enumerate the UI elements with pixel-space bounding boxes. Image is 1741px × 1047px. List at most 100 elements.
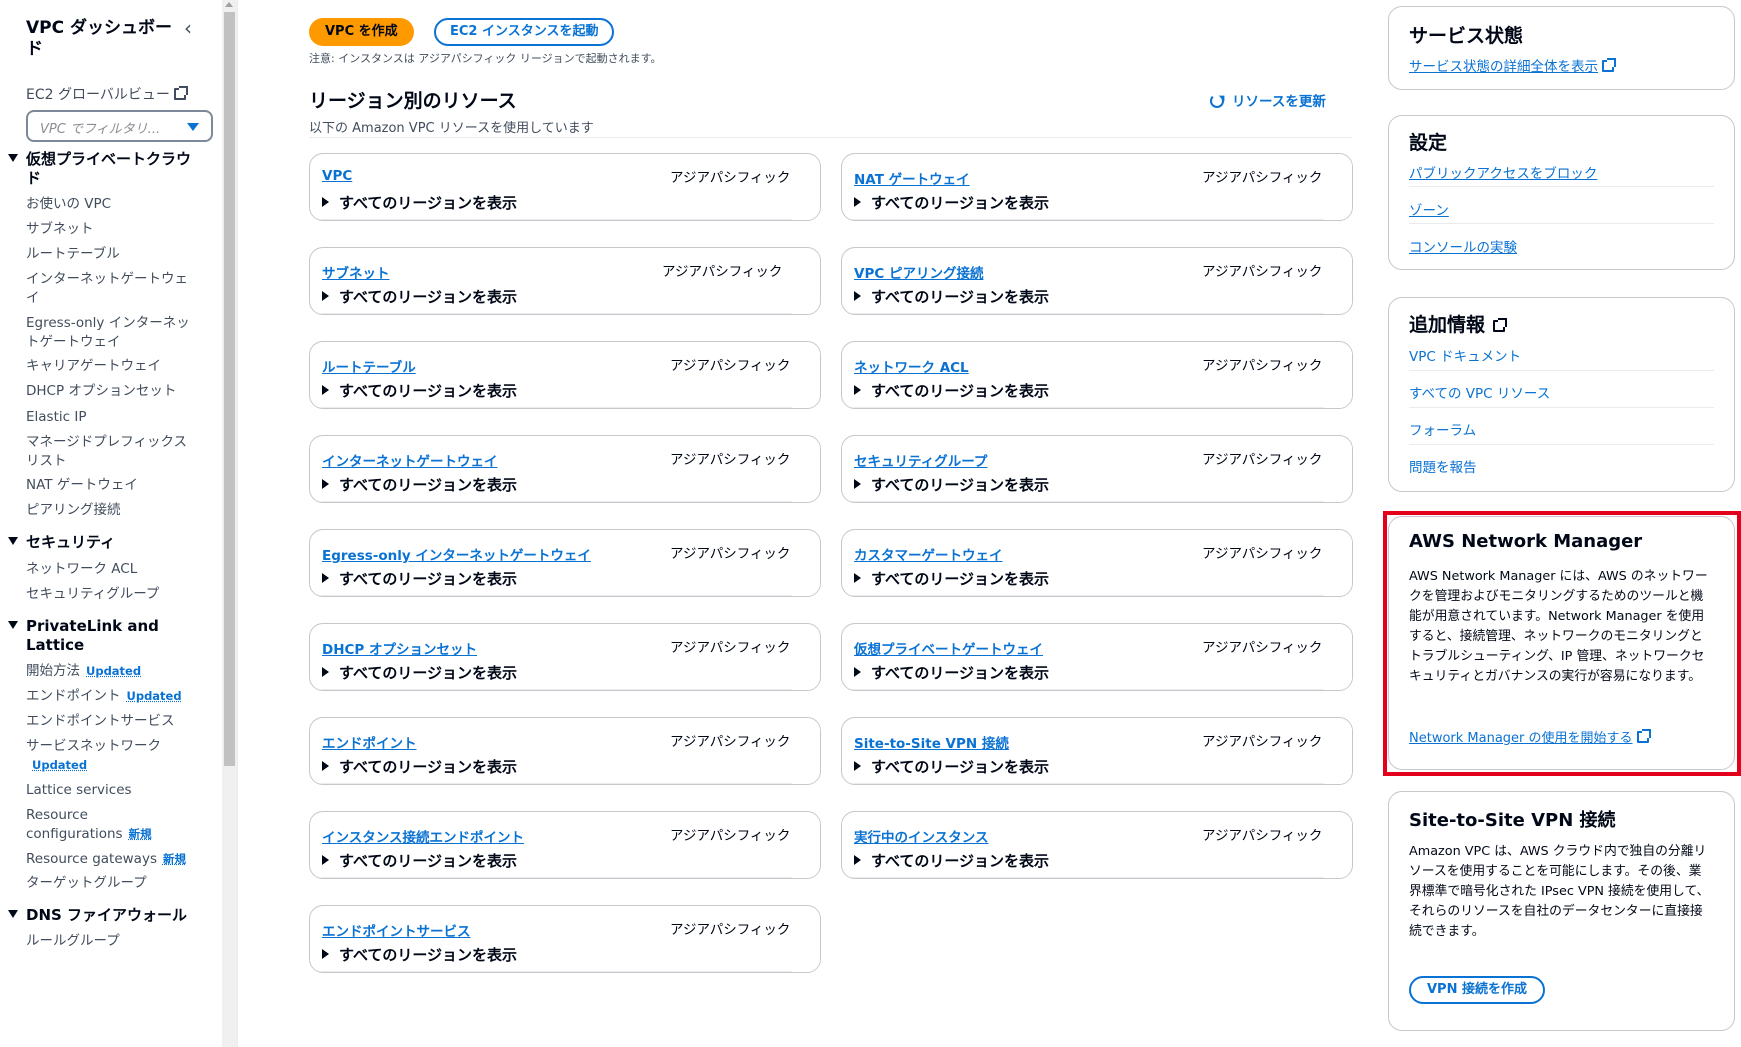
sidebar-item-elastic-ip[interactable]: Elastic IP <box>26 408 206 427</box>
resource-link[interactable]: エンドポイント <box>322 732 417 752</box>
sidebar-item-endpoints[interactable]: エンドポイント Updated <box>26 687 206 706</box>
show-all-regions-toggle[interactable]: すべてのリージョンを表示 <box>322 380 517 401</box>
card-edge <box>1322 624 1352 690</box>
resource-link[interactable]: DHCP オプションセット <box>322 638 477 658</box>
resource-link[interactable]: カスタマーゲートウェイ <box>854 544 1003 564</box>
show-all-regions-toggle[interactable]: すべてのリージョンを表示 <box>322 850 517 871</box>
ec2-global-view-link[interactable]: EC2 グローバルビュー <box>26 84 188 104</box>
divider <box>842 313 1324 314</box>
scrollbar-thumb[interactable] <box>224 12 235 766</box>
scroll-up-arrow-icon[interactable] <box>225 2 233 7</box>
zones-link[interactable]: ゾーン <box>1409 199 1449 219</box>
sidebar-item-subnets[interactable]: サブネット <box>26 220 206 239</box>
sidebar-item-resource-configurations[interactable]: Resource configurations 新規 <box>26 806 161 844</box>
settings-title: 設定 <box>1409 132 1448 154</box>
sidebar-section-security[interactable]: セキュリティ <box>8 533 191 552</box>
caret-right-icon <box>854 479 861 489</box>
service-health-title: サービス状態 <box>1409 25 1524 47</box>
block-public-access-link[interactable]: パブリックアクセスをブロック <box>1409 162 1597 182</box>
all-vpc-resources-link[interactable]: すべての VPC リソース <box>1409 382 1550 402</box>
sidebar-item-endpoint-services[interactable]: エンドポイントサービス <box>26 712 206 731</box>
resource-card: Site-to-Site VPN 接続 アジアパシフィック すべてのリージョンを表示 <box>841 717 1353 785</box>
show-all-regions-toggle[interactable]: すべてのリージョンを表示 <box>854 662 1049 683</box>
show-all-regions-toggle[interactable]: すべてのリージョンを表示 <box>854 380 1049 401</box>
service-health-link[interactable]: サービス状態の詳細全体を表示 <box>1409 55 1616 75</box>
show-all-regions-toggle[interactable]: すべてのリージョンを表示 <box>322 474 517 495</box>
resources-heading: リージョン別のリソース <box>309 90 517 112</box>
sidebar-item-rule-groups[interactable]: ルールグループ <box>26 932 206 951</box>
region-label: アジアパシフィック <box>1202 170 1323 186</box>
resource-link[interactable]: 実行中のインスタンス <box>854 826 988 846</box>
show-all-regions-toggle[interactable]: すべてのリージョンを表示 <box>854 286 1049 307</box>
collapse-sidebar-icon[interactable]: ‹ <box>184 18 192 38</box>
sidebar-item-carrier-gateways[interactable]: キャリアゲートウェイ <box>26 357 206 376</box>
resource-link[interactable]: Egress-only インターネットゲートウェイ <box>322 544 591 564</box>
show-all-regions-toggle[interactable]: すべてのリージョンを表示 <box>322 662 517 683</box>
sidebar-item-resource-gateways[interactable]: Resource gateways 新規 <box>26 850 206 869</box>
vpc-filter-select[interactable]: VPC でフィルタリ... <box>26 110 213 142</box>
resource-link[interactable]: Site-to-Site VPN 接続 <box>854 732 1009 752</box>
create-vpc-button[interactable]: VPC を作成 <box>309 18 414 46</box>
show-all-regions-toggle[interactable]: すべてのリージョンを表示 <box>322 756 517 777</box>
show-all-regions-label: すべてのリージョンを表示 <box>339 194 518 212</box>
resource-link[interactable]: セキュリティグループ <box>854 450 987 470</box>
sidebar-section-dns-firewall[interactable]: DNS ファイアウォール <box>8 906 191 925</box>
forums-link[interactable]: フォーラム <box>1409 419 1476 439</box>
sidebar-section-vpc[interactable]: 仮想プライベートクラウド <box>8 150 191 188</box>
resource-card: インターネットゲートウェイ アジアパシフィック すべてのリージョンを表示 <box>309 435 821 503</box>
launch-ec2-button[interactable]: EC2 インスタンスを起動 <box>434 18 615 46</box>
sidebar-item-dhcp-options[interactable]: DHCP オプションセット <box>26 382 206 401</box>
show-all-regions-toggle[interactable]: すべてのリージョンを表示 <box>854 192 1049 213</box>
refresh-label: リソースを更新 <box>1232 94 1326 110</box>
vpc-docs-link[interactable]: VPC ドキュメント <box>1409 345 1521 365</box>
show-all-regions-toggle[interactable]: すべてのリージョンを表示 <box>854 756 1049 777</box>
resources-subtitle: 以下の Amazon VPC リソースを使用しています <box>309 121 594 136</box>
vpn-title: Site-to-Site VPN 接続 <box>1409 810 1616 831</box>
sidebar-item-internet-gateways[interactable]: インターネットゲートウェイ <box>26 270 191 308</box>
show-all-regions-toggle[interactable]: すべてのリージョンを表示 <box>322 192 517 213</box>
refresh-resources-button[interactable]: リソースを更新 <box>1210 90 1326 110</box>
sidebar-item-service-networks[interactable]: サービスネットワーク Updated <box>26 737 161 775</box>
show-all-regions-toggle[interactable]: すべてのリージョンを表示 <box>322 944 517 965</box>
show-all-regions-toggle[interactable]: すべてのリージョンを表示 <box>322 286 517 307</box>
resource-link[interactable]: ネットワーク ACL <box>854 356 969 376</box>
show-all-regions-label: すべてのリージョンを表示 <box>871 476 1050 494</box>
resource-link[interactable]: 仮想プライベートゲートウェイ <box>854 638 1043 658</box>
show-all-regions-toggle[interactable]: すべてのリージョンを表示 <box>854 474 1049 495</box>
divider <box>842 689 1324 690</box>
region-note: 注意: インスタンスは アジアパシフィック リージョンで起動されます。 <box>309 52 662 65</box>
resource-link[interactable]: インスタンス接続エンドポイント <box>322 826 524 846</box>
resource-link[interactable]: サブネット <box>322 262 390 282</box>
divider <box>310 783 792 784</box>
report-issue-link[interactable]: 問題を報告 <box>1409 456 1477 476</box>
sidebar-item-peering[interactable]: ピアリング接続 <box>26 501 206 520</box>
divider <box>1409 370 1714 371</box>
resource-link[interactable]: ルートテーブル <box>322 356 416 376</box>
sidebar-item-route-tables[interactable]: ルートテーブル <box>26 245 206 264</box>
sidebar-item-egress-only-igw[interactable]: Egress-only インターネットゲートウェイ <box>26 314 191 352</box>
sidebar-section-privatelink[interactable]: PrivateLink and Lattice <box>8 617 191 655</box>
sidebar-item-getting-started[interactable]: 開始方法 Updated <box>26 662 206 681</box>
sidebar-item-target-groups[interactable]: ターゲットグループ <box>26 874 206 893</box>
caret-down-icon <box>8 621 18 629</box>
sidebar-scrollbar[interactable] <box>222 0 237 1047</box>
show-all-regions-toggle[interactable]: すべてのリージョンを表示 <box>322 568 517 589</box>
resource-link[interactable]: VPC ピアリング接続 <box>854 262 983 282</box>
show-all-regions-toggle[interactable]: すべてのリージョンを表示 <box>854 850 1049 871</box>
sidebar-item-security-groups[interactable]: セキュリティグループ <box>26 585 206 604</box>
sidebar-item-network-acl[interactable]: ネットワーク ACL <box>26 560 206 579</box>
resource-card: 仮想プライベートゲートウェイ アジアパシフィック すべてのリージョンを表示 <box>841 623 1353 691</box>
show-all-regions-toggle[interactable]: すべてのリージョンを表示 <box>854 568 1049 589</box>
create-vpn-button[interactable]: VPN 接続を作成 <box>1409 976 1545 1004</box>
sidebar-item-prefix-lists[interactable]: マネージドプレフィックスリスト <box>26 433 191 471</box>
sidebar-item-your-vpcs[interactable]: お使いの VPC <box>26 195 206 214</box>
resource-link[interactable]: インターネットゲートウェイ <box>322 450 498 470</box>
sidebar-item-nat-gateways[interactable]: NAT ゲートウェイ <box>26 476 206 495</box>
resource-link[interactable]: NAT ゲートウェイ <box>854 168 970 188</box>
sidebar-item-lattice-services[interactable]: Lattice services <box>26 781 206 800</box>
resource-link[interactable]: VPC <box>322 168 352 184</box>
resource-card: VPC アジアパシフィック すべてのリージョンを表示 <box>309 153 821 221</box>
resource-link[interactable]: エンドポイントサービス <box>322 920 471 940</box>
console-experiments-link[interactable]: コンソールの実験 <box>1409 236 1517 256</box>
show-all-regions-label: すべてのリージョンを表示 <box>871 852 1050 870</box>
